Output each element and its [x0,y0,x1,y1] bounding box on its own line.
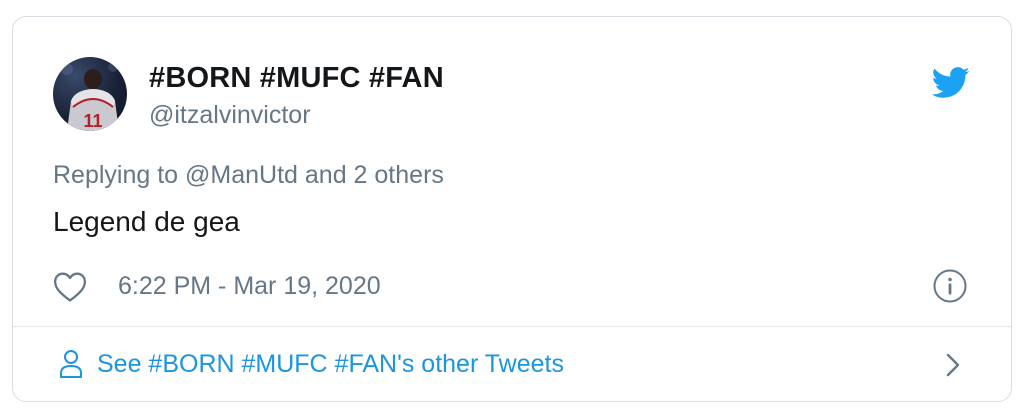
author-display-name[interactable]: #BORN #MUFC #FAN [149,61,444,95]
tweet-text: Legend de gea [53,206,240,237]
twitter-bird-icon[interactable] [931,67,971,99]
see-other-tweets-label[interactable]: See #BORN #MUFC #FAN's other Tweets [97,348,564,380]
heart-icon[interactable] [53,271,87,303]
tweet-timestamp[interactable]: 6:22 PM - Mar 19, 2020 [118,270,381,302]
avatar[interactable]: 11 [53,57,127,131]
replying-to: Replying to @ManUtd and 2 others [53,160,444,190]
chevron-right-icon[interactable] [943,351,963,379]
embedded-tweet-card: 11 #BORN #MUFC #FAN @itzalvinvictor Repl… [12,16,1012,402]
author-handle[interactable]: @itzalvinvictor [149,100,311,130]
replying-suffix[interactable]: and 2 others [298,161,444,189]
person-icon [60,350,82,378]
replying-prefix: Replying to [53,161,186,189]
info-icon[interactable] [933,269,967,303]
replying-target-link[interactable]: @ManUtd [185,161,298,189]
jersey-number: 11 [83,111,102,131]
see-other-tweets-link[interactable]: See #BORN #MUFC #FAN's other Tweets [13,327,1011,401]
